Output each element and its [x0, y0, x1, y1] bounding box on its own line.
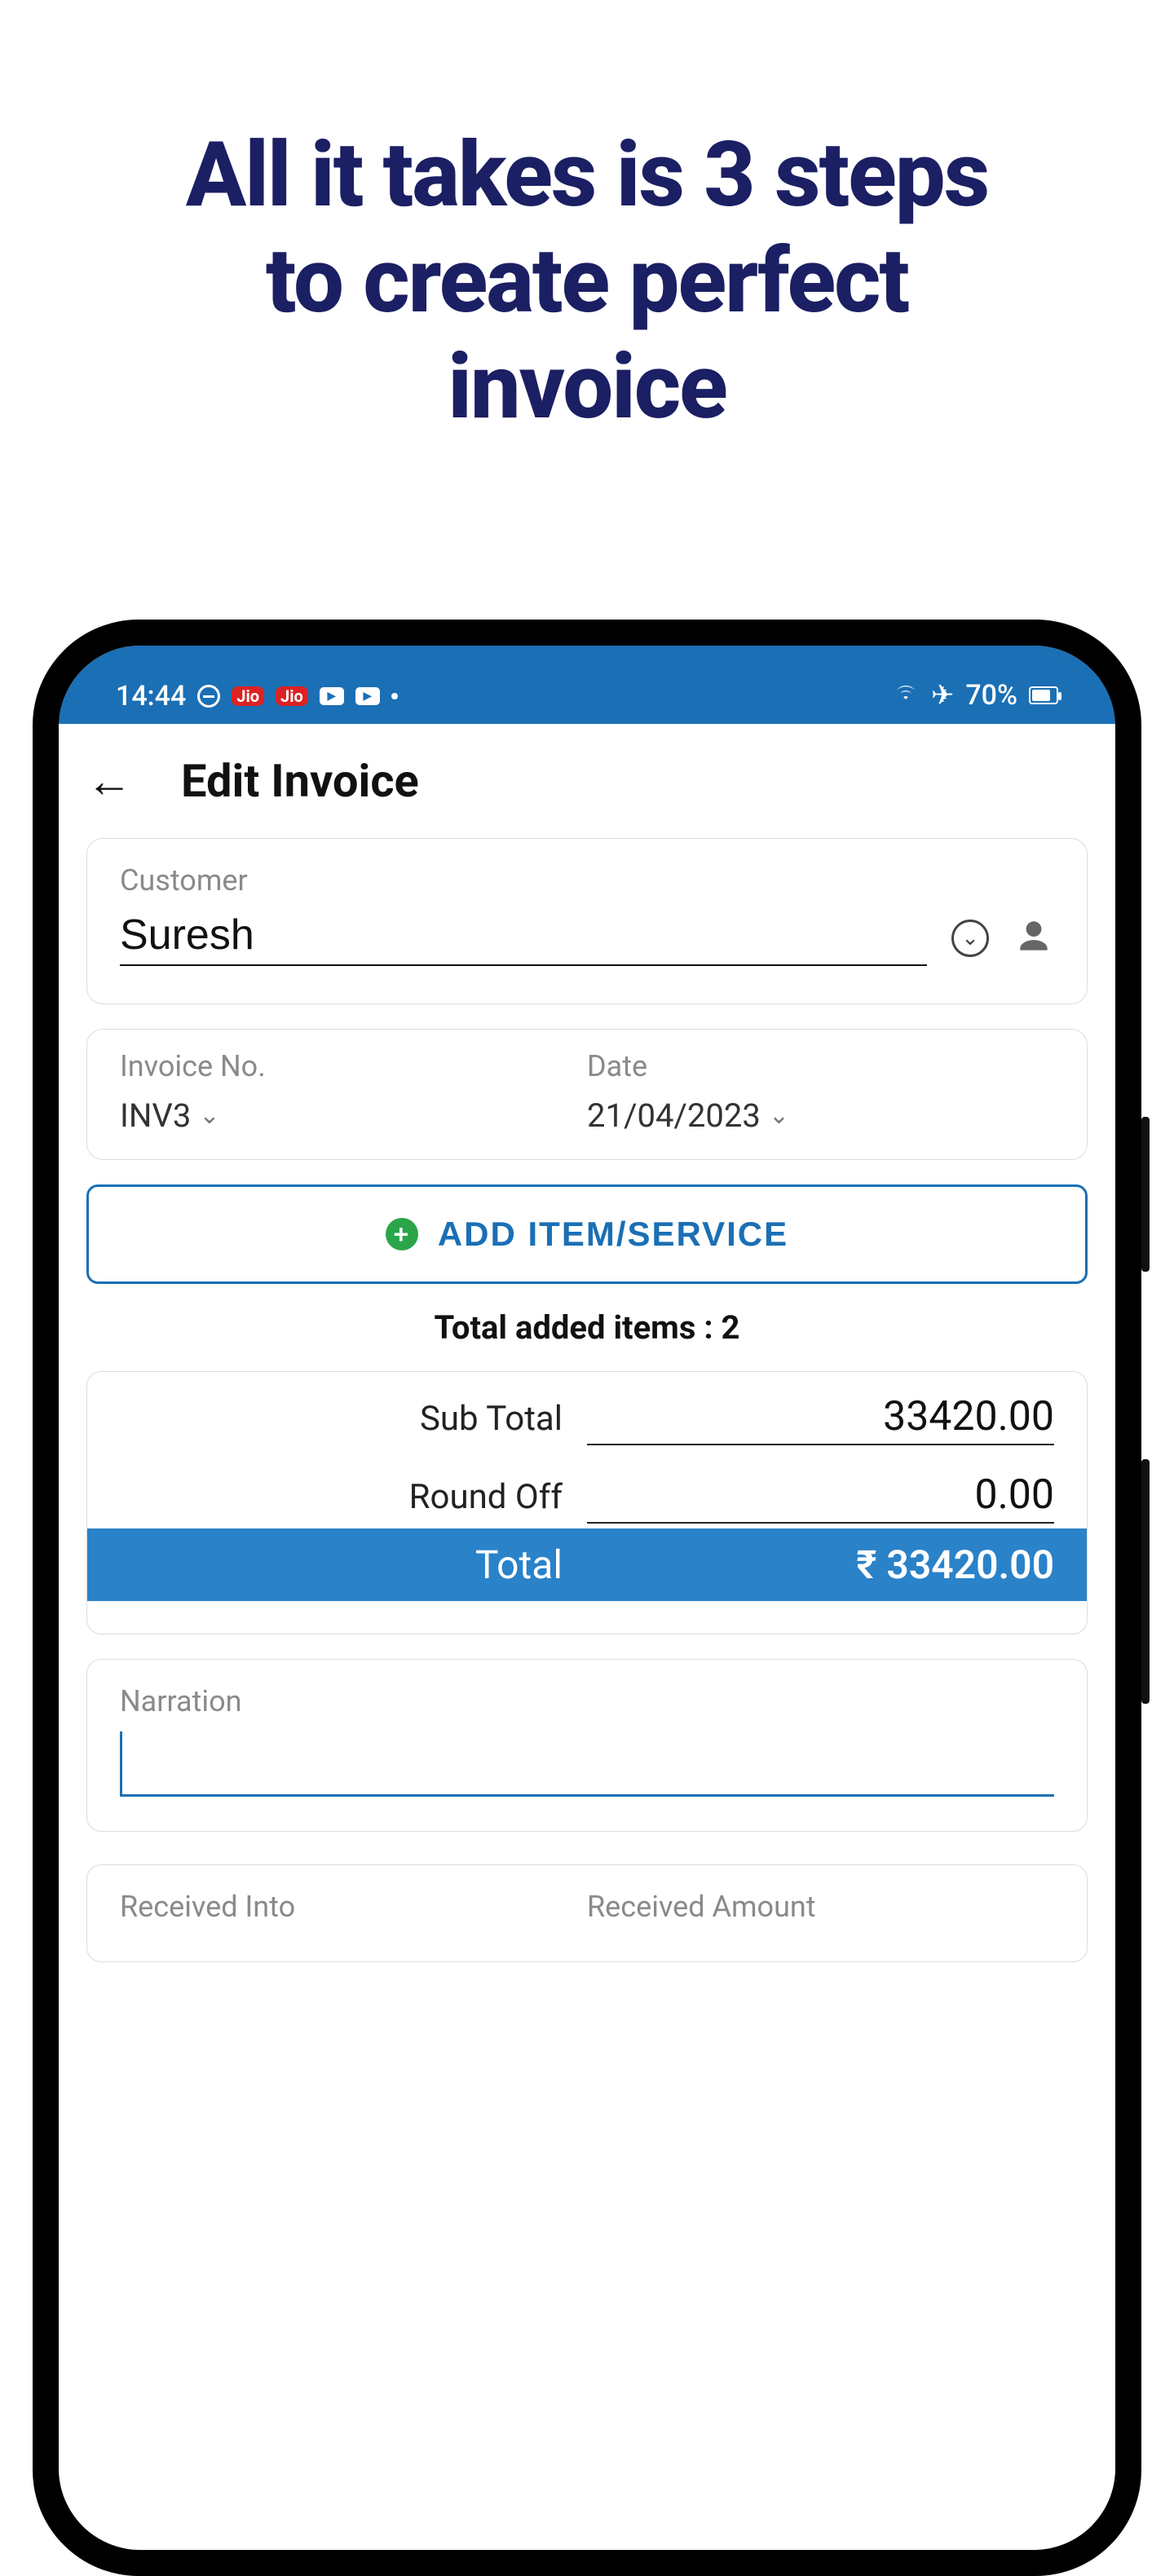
- received-amount-label: Received Amount: [587, 1890, 1054, 1924]
- status-time: 14:44: [116, 680, 186, 712]
- total-value: ₹ 33420.00: [587, 1542, 1054, 1588]
- youtube-icon: ▶: [320, 687, 344, 705]
- roundoff-value: 0.00: [587, 1471, 1054, 1524]
- customer-card: Customer ⌄: [86, 838, 1088, 1004]
- phone-side-button: [1141, 1117, 1150, 1272]
- invoice-date-value: 21/04/2023: [587, 1096, 761, 1135]
- invoice-no-dropdown[interactable]: INV3 ⌄: [120, 1096, 587, 1135]
- items-count-text: Total added items : 2: [86, 1308, 1088, 1347]
- phone-screen: 14:44 Jio Jio ▶ ▶ ✈ 70% ← Edit Invoice: [59, 646, 1115, 2550]
- jio-badge: Jio: [232, 686, 264, 706]
- battery-icon: [1029, 686, 1058, 704]
- app-bar: ← Edit Invoice: [59, 724, 1115, 838]
- more-notifications-dot: [391, 693, 398, 699]
- customer-input[interactable]: [120, 911, 927, 966]
- phone-side-button: [1141, 1459, 1150, 1704]
- subtotal-value: 33420.00: [587, 1393, 1054, 1445]
- invoice-date-label: Date: [587, 1049, 1054, 1083]
- contact-picker-icon[interactable]: [1013, 916, 1054, 960]
- invoice-meta-card: Invoice No. INV3 ⌄ Date 21/04/2023 ⌄: [86, 1029, 1088, 1160]
- back-button[interactable]: ←: [86, 754, 132, 808]
- narration-card: Narration: [86, 1659, 1088, 1832]
- headline-line-3: invoice: [0, 334, 1174, 440]
- battery-text: 70%: [965, 679, 1017, 712]
- total-bar: Total ₹ 33420.00: [87, 1528, 1087, 1601]
- phone-frame: 14:44 Jio Jio ▶ ▶ ✈ 70% ← Edit Invoice: [33, 620, 1141, 2576]
- invoice-no-label: Invoice No.: [120, 1049, 587, 1083]
- roundoff-label: Round Off: [120, 1477, 587, 1517]
- dnd-icon: [197, 685, 220, 708]
- wifi-icon: [892, 677, 920, 712]
- narration-label: Narration: [120, 1684, 1054, 1718]
- plus-circle-icon: +: [386, 1218, 418, 1251]
- jio-badge: Jio: [276, 686, 308, 706]
- customer-dropdown-icon[interactable]: ⌄: [951, 920, 989, 957]
- invoice-no-value: INV3: [120, 1096, 191, 1135]
- received-into-label: Received Into: [120, 1890, 587, 1924]
- total-label: Total: [120, 1542, 587, 1588]
- invoice-date-dropdown[interactable]: 21/04/2023 ⌄: [587, 1096, 1054, 1135]
- marketing-headline: All it takes is 3 steps to create perfec…: [0, 0, 1174, 439]
- chevron-down-icon: ⌄: [769, 1101, 789, 1130]
- chevron-down-icon: ⌄: [199, 1101, 219, 1130]
- narration-input[interactable]: [120, 1731, 1054, 1797]
- add-item-button[interactable]: + ADD ITEM/SERVICE: [86, 1184, 1088, 1284]
- totals-card: Sub Total 33420.00 Round Off 0.00 Total …: [86, 1371, 1088, 1634]
- add-item-label: ADD ITEM/SERVICE: [438, 1215, 788, 1254]
- headline-line-2: to create perfect: [0, 228, 1174, 334]
- status-bar: 14:44 Jio Jio ▶ ▶ ✈ 70%: [59, 646, 1115, 724]
- subtotal-label: Sub Total: [120, 1399, 587, 1439]
- youtube-icon: ▶: [355, 687, 380, 705]
- airplane-mode-icon: ✈: [931, 679, 955, 712]
- received-card: Received Into Received Amount: [86, 1864, 1088, 1962]
- customer-label: Customer: [120, 863, 1054, 898]
- headline-line-1: All it takes is 3 steps: [0, 122, 1174, 228]
- page-title: Edit Invoice: [181, 754, 419, 808]
